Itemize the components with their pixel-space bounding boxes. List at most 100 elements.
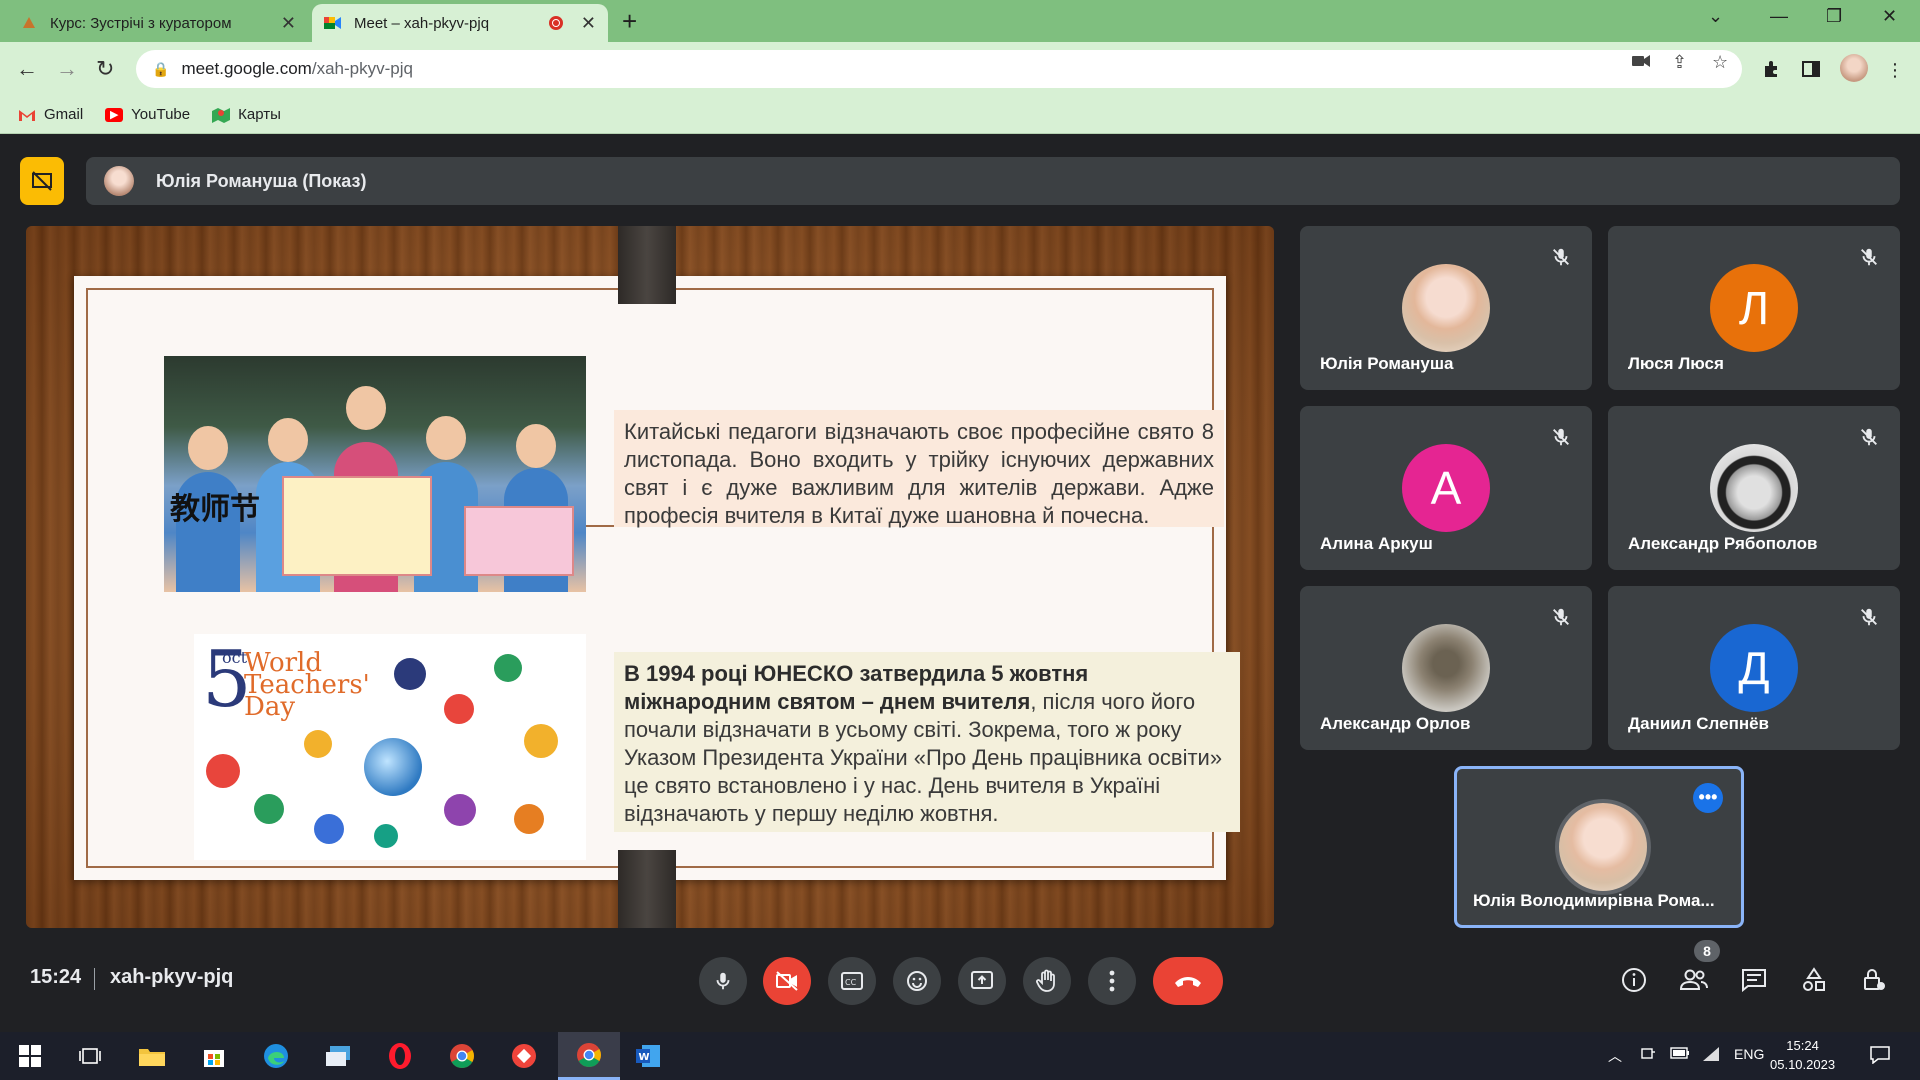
close-window-icon[interactable]: ✕ <box>1882 6 1897 27</box>
people-button[interactable] <box>1678 964 1710 996</box>
wtd-figure <box>206 754 240 788</box>
raise-hand-button[interactable] <box>1023 957 1071 1005</box>
tab-meet[interactable]: Meet – xah-pkyv-pjq ✕ <box>312 4 608 42</box>
tab-course[interactable]: Курс: Зустрічі з куратором ✕ <box>8 4 308 42</box>
captions-icon: CC <box>841 972 863 990</box>
tab-title: Meet – xah-pkyv-pjq <box>354 14 490 32</box>
microsoft-store-icon[interactable] <box>198 1040 230 1072</box>
profile-avatar[interactable] <box>1840 54 1868 82</box>
lock-icon[interactable]: 🔒 <box>152 61 169 78</box>
camera-off-icon <box>776 971 798 991</box>
tray-chevron-icon[interactable]: ︿ <box>1608 1046 1622 1066</box>
participant-name: Люся Люся <box>1628 354 1724 373</box>
present-button[interactable] <box>958 957 1006 1005</box>
forward-icon[interactable]: → <box>56 56 78 82</box>
url-host: meet.google.com <box>181 59 312 78</box>
wtd-figure <box>254 794 284 824</box>
bookmark-youtube[interactable]: ▶ YouTube <box>105 106 190 123</box>
extensions-icon[interactable] <box>1762 60 1780 83</box>
minimize-icon[interactable]: — <box>1770 6 1788 27</box>
camera-in-use-icon[interactable] <box>1632 52 1650 73</box>
notifications-icon[interactable] <box>1870 1046 1890 1067</box>
presentation-bar[interactable]: Юлія Романуша (Показ) <box>86 157 1900 205</box>
windows-start-icon[interactable] <box>14 1040 46 1072</box>
bookmark-label: Gmail <box>44 106 84 123</box>
time-separator <box>94 968 95 990</box>
participant-tile[interactable]: Александр Орлов <box>1300 586 1592 750</box>
chrome-menu-icon[interactable]: ⋮ <box>1886 60 1904 81</box>
tray-network-device-icon[interactable] <box>1640 1046 1656 1065</box>
presenter-label: Юлія Романуша (Показ) <box>156 170 367 191</box>
wifi-icon[interactable] <box>1702 1046 1720 1065</box>
meeting-details-button[interactable] <box>1618 964 1650 996</box>
participant-initial-avatar: Д <box>1710 624 1798 712</box>
more-options-button[interactable] <box>1088 957 1136 1005</box>
self-photo-avatar <box>1555 799 1651 895</box>
tray-clock[interactable]: 15:24 05.10.2023 <box>1770 1036 1835 1074</box>
word-icon[interactable]: W <box>632 1040 664 1072</box>
side-panel-icon[interactable] <box>1802 60 1820 83</box>
restore-icon[interactable]: ❐ <box>1826 6 1842 27</box>
tab-search-chevron-icon[interactable]: ⌄ <box>1708 6 1723 27</box>
desktop-app-icon[interactable] <box>322 1040 354 1072</box>
opera-icon[interactable] <box>384 1040 416 1072</box>
file-explorer-icon[interactable] <box>136 1040 168 1072</box>
activities-button[interactable] <box>1798 964 1830 996</box>
mic-off-icon <box>1861 608 1877 626</box>
address-bar-row: ← → ↻ 🔒 meet.google.com/xah-pkyv-pjq ⇪ ☆… <box>0 42 1920 96</box>
participant-count-badge: 8 <box>1694 940 1720 962</box>
activities-shapes-icon <box>1803 967 1825 991</box>
chinese-teachers-photo: 教师节 <box>164 356 586 592</box>
leave-call-button[interactable] <box>1153 957 1223 1005</box>
captions-button[interactable]: CC <box>828 957 876 1005</box>
tab-close-icon[interactable]: ✕ <box>581 13 596 34</box>
participant-tile[interactable]: Л Люся Люся <box>1608 226 1900 390</box>
edge-icon[interactable] <box>260 1040 292 1072</box>
tab-close-icon[interactable]: ✕ <box>281 13 296 34</box>
host-controls-button[interactable] <box>1858 964 1890 996</box>
bookmark-gmail[interactable]: Gmail <box>18 106 83 123</box>
self-tile[interactable]: ••• Юлія Володимирівна Рома... <box>1454 766 1744 928</box>
mic-off-icon <box>1861 428 1877 446</box>
participant-name: Юлія Романуша <box>1320 354 1454 373</box>
wtd-figure <box>444 694 474 724</box>
participant-tile[interactable]: Юлія Романуша <box>1300 226 1592 390</box>
reload-icon[interactable]: ↻ <box>96 56 114 82</box>
participant-name: Алина Аркуш <box>1320 534 1433 553</box>
input-language[interactable]: ENG <box>1734 1046 1764 1062</box>
mic-button[interactable] <box>699 957 747 1005</box>
bookmark-maps[interactable]: Карты <box>212 106 281 123</box>
back-icon[interactable]: ← <box>16 56 38 82</box>
bookmark-star-icon[interactable]: ☆ <box>1712 52 1728 73</box>
mic-off-icon <box>1861 248 1877 266</box>
battery-icon[interactable] <box>1670 1046 1690 1062</box>
participant-photo-avatar <box>1710 444 1798 532</box>
participant-tile[interactable]: Александр Рябополов <box>1608 406 1900 570</box>
participant-tile[interactable]: Д Даниил Слепнёв <box>1608 586 1900 750</box>
tray-time: 15:24 <box>1786 1038 1819 1053</box>
reactions-button[interactable] <box>893 957 941 1005</box>
shared-screen: 教师节 Китайські педагоги відзначають своє … <box>26 226 1274 928</box>
task-view-icon[interactable] <box>74 1040 106 1072</box>
meeting-time: 15:24 <box>30 966 82 988</box>
presenter-avatar <box>104 166 134 196</box>
bookmark-label: YouTube <box>131 106 191 123</box>
share-icon[interactable]: ⇪ <box>1672 52 1687 73</box>
mic-off-icon <box>1553 428 1569 446</box>
photo-face <box>188 426 228 470</box>
wtd-title: World Teachers' Day <box>244 648 370 722</box>
chat-button[interactable] <box>1738 964 1770 996</box>
stop-presenting-icon[interactable] <box>20 157 64 205</box>
more-options-icon[interactable]: ••• <box>1693 783 1723 813</box>
anydesk-icon[interactable] <box>508 1040 540 1072</box>
chrome-taskbar-icon[interactable] <box>446 1040 478 1072</box>
participant-initial-avatar: А <box>1402 444 1490 532</box>
host-controls-lock-icon <box>1864 969 1885 990</box>
participant-tile[interactable]: А Алина Аркуш <box>1300 406 1592 570</box>
maps-icon <box>212 107 231 123</box>
camera-off-button[interactable] <box>763 957 811 1005</box>
photo-poster <box>464 506 574 576</box>
url-omnibox[interactable]: 🔒 meet.google.com/xah-pkyv-pjq <box>136 50 1742 88</box>
chrome-active-taskbar-icon[interactable] <box>558 1032 620 1080</box>
new-tab-icon[interactable]: + <box>622 6 637 37</box>
